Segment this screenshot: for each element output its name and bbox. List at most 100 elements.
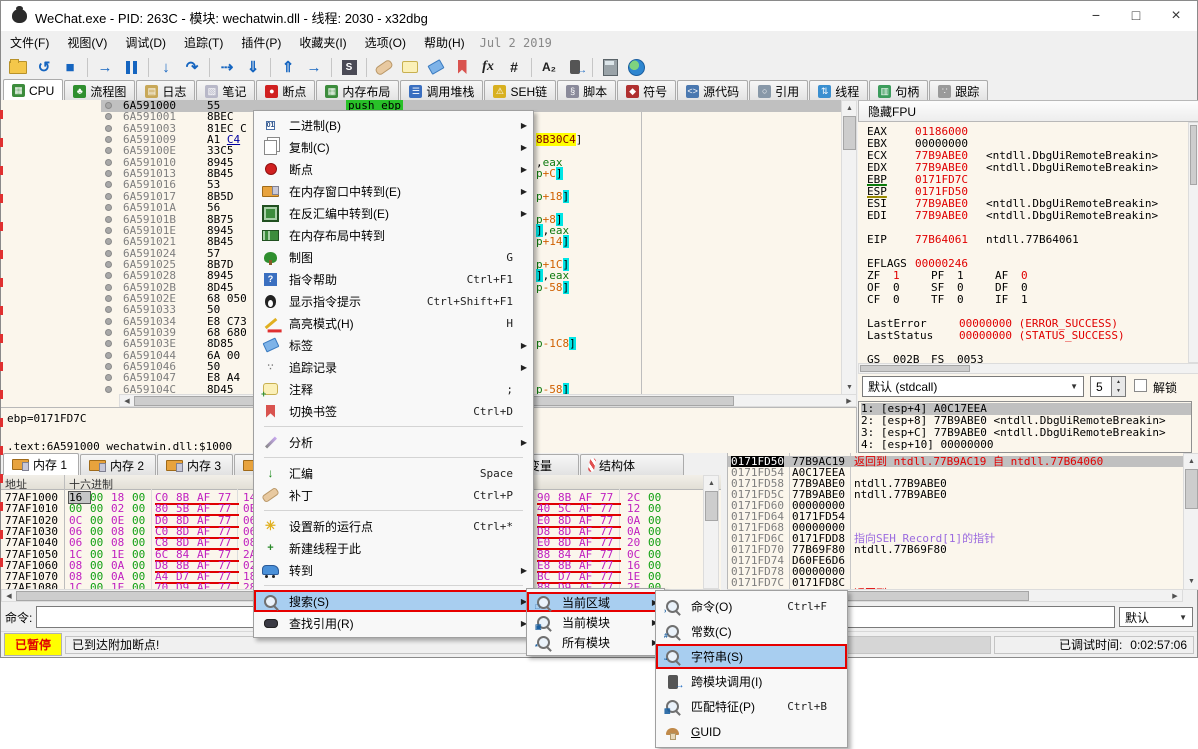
memory-byte[interactable]: 1C xyxy=(69,549,90,560)
function-button[interactable]: fx xyxy=(476,56,500,78)
menu-item-follow-in-dump[interactable]: 在内存窗口中转到(E)▶ xyxy=(254,180,533,202)
memory-byte[interactable]: 5C xyxy=(558,503,579,514)
memory-byte[interactable]: 84 xyxy=(176,549,197,560)
bookmark-button[interactable] xyxy=(450,56,474,78)
breakpoint-dot-icon[interactable] xyxy=(105,227,112,234)
memory-byte[interactable]: 00 xyxy=(648,515,669,526)
scroll-up-icon[interactable]: ▲ xyxy=(1185,455,1198,468)
memory-byte[interactable]: 00 xyxy=(132,503,153,514)
memory-byte[interactable]: 00 xyxy=(90,537,111,548)
tab-symbols[interactable]: ◆符号 xyxy=(617,80,676,101)
breakpoint-dot-icon[interactable] xyxy=(105,374,112,381)
scroll-thumb[interactable] xyxy=(860,365,970,372)
menu-item-comment[interactable]: 注释; xyxy=(254,378,533,400)
menu-item-breakpoint[interactable]: 断点▶ xyxy=(254,158,533,180)
memory-byte[interactable]: 0A xyxy=(627,515,648,526)
memory-byte[interactable]: 00 xyxy=(648,503,669,514)
tab-breakpoints[interactable]: ●断点 xyxy=(256,80,315,101)
breakpoint-dot-icon[interactable] xyxy=(105,204,112,211)
memory-byte[interactable]: 1E xyxy=(111,549,132,560)
trace-into-button[interactable]: ⇢ xyxy=(215,56,239,78)
breakpoint-dot-icon[interactable] xyxy=(105,125,112,132)
menu-item-string-references[interactable]: “字符串(S) xyxy=(656,644,847,669)
memory-byte[interactable]: 0E xyxy=(111,515,132,526)
tab-threads[interactable]: ⇅线程 xyxy=(809,80,868,101)
breakpoint-dot-icon[interactable] xyxy=(105,170,112,177)
tab-call-stack[interactable]: ☰调用堆栈 xyxy=(400,80,483,101)
memory-byte[interactable]: 80 xyxy=(155,503,176,514)
tab-dump-2[interactable]: 内存 2 xyxy=(80,454,156,475)
breakpoint-dot-icon[interactable] xyxy=(105,306,112,313)
menu-item-patch[interactable]: 补丁Ctrl+P xyxy=(254,484,533,506)
breakpoint-dot-icon[interactable] xyxy=(105,340,112,347)
menu-item-follow-in-memory-map[interactable]: 在内存布局中转到 xyxy=(254,224,533,246)
memory-byte[interactable]: 08 xyxy=(111,537,132,548)
memory-byte[interactable]: D0 xyxy=(155,515,176,526)
memory-byte[interactable]: E0 xyxy=(537,515,558,526)
breakpoint-dot-icon[interactable] xyxy=(105,261,112,268)
stack-pane[interactable]: 0171FD5077B9AC19返回到 ntdll.77B9AC19 自 ntd… xyxy=(727,453,1198,590)
scroll-down-icon[interactable]: ▼ xyxy=(1185,575,1198,588)
breakpoint-dot-icon[interactable] xyxy=(105,102,112,109)
breakpoint-dot-icon[interactable] xyxy=(105,193,112,200)
intermodular-calls-button[interactable] xyxy=(563,56,587,78)
menu-item-current-region[interactable]: □当前区域▶ xyxy=(527,592,664,612)
tab-trace[interactable]: ∵跟踪 xyxy=(929,80,988,101)
menu-item-analysis[interactable]: 分析▶ xyxy=(254,431,533,453)
arguments-box[interactable]: 1: [esp+4] A0C17EEA2: [esp+8] 77B9ABE0 <… xyxy=(858,401,1192,453)
memory-byte[interactable]: 06 xyxy=(69,537,90,548)
tab-dump-1[interactable]: 内存 1 xyxy=(3,453,79,475)
memory-byte[interactable]: 00 xyxy=(648,537,669,548)
memory-byte[interactable]: AF xyxy=(197,503,218,514)
memory-byte[interactable]: 40 xyxy=(537,503,558,514)
breakpoint-dot-icon[interactable] xyxy=(105,159,112,166)
unlock-checkbox[interactable] xyxy=(1134,379,1147,392)
menubar-item[interactable]: 追踪(T) xyxy=(175,31,232,54)
menu-item-assemble[interactable]: ↓汇编Space xyxy=(254,462,533,484)
memory-byte[interactable]: AF xyxy=(579,515,600,526)
scroll-thumb[interactable] xyxy=(1190,125,1197,185)
scroll-up-icon[interactable]: ▲ xyxy=(705,477,718,490)
run-to-user-code-button[interactable]: → xyxy=(302,56,326,78)
tab-handles[interactable]: ▥句柄 xyxy=(869,80,928,101)
script-s-button[interactable]: S xyxy=(337,56,361,78)
memory-byte[interactable]: 77 xyxy=(600,515,621,526)
stack-vscrollbar[interactable]: ▲ ▼ xyxy=(1183,453,1198,590)
menu-item-highlighting-mode[interactable]: 高亮模式(H)H xyxy=(254,312,533,334)
memory-byte[interactable]: 0C xyxy=(627,549,648,560)
scroll-down-icon[interactable]: ▼ xyxy=(843,381,856,394)
spin-up-icon[interactable]: ▲ xyxy=(1112,377,1125,387)
maximize-button[interactable]: □ xyxy=(1117,1,1155,30)
registers-hscrollbar[interactable] xyxy=(858,363,1198,374)
spin-down-icon[interactable]: ▼ xyxy=(1112,387,1125,397)
menu-item-copy[interactable]: 复制(C)▶ xyxy=(254,136,533,158)
memory-byte[interactable]: 84 xyxy=(558,549,579,560)
run-button[interactable]: → xyxy=(93,56,117,78)
memory-byte[interactable]: AF xyxy=(579,537,600,548)
breakpoint-dot-icon[interactable] xyxy=(105,238,112,245)
menu-item-trace-record[interactable]: ∵追踪记录▶ xyxy=(254,356,533,378)
tab-memory-map[interactable]: ▦内存布局 xyxy=(316,80,399,101)
command-profile-select[interactable]: 默认 ▼ xyxy=(1119,607,1193,627)
menubar-item[interactable]: 帮助(H) xyxy=(415,31,474,54)
register-row[interactable]: EDI77B9ABE0<ntdll.DbgUiRemoteBreakin> xyxy=(867,210,1158,222)
memory-byte[interactable]: 00 xyxy=(69,503,90,514)
menu-item-label[interactable]: 标签▶ xyxy=(254,334,533,356)
memory-vscrollbar[interactable]: ▲ xyxy=(703,475,719,589)
memory-byte[interactable]: 0C xyxy=(69,515,90,526)
register-row[interactable]: LastStatus00000000 (STATUS_SUCCESS) xyxy=(867,330,1125,342)
memory-byte[interactable]: 00 xyxy=(90,515,111,526)
step-over-button[interactable]: ↷ xyxy=(180,56,204,78)
breakpoint-dot-icon[interactable] xyxy=(105,318,112,325)
tab-dump-3[interactable]: 内存 3 xyxy=(157,454,233,475)
menu-item-guid[interactable]: GUID xyxy=(656,719,847,744)
menu-item-instruction-help[interactable]: ?指令帮助Ctrl+F1 xyxy=(254,268,533,290)
pause-button[interactable] xyxy=(119,56,143,78)
menu-item-intermodular-calls[interactable]: 跨模块调用(I) xyxy=(656,669,847,694)
breakpoint-dot-icon[interactable] xyxy=(105,181,112,188)
memory-byte[interactable]: AF xyxy=(579,549,600,560)
memory-byte[interactable]: 12 xyxy=(627,503,648,514)
menu-item-show-mnemonic-brief[interactable]: 显示指令提示Ctrl+Shift+F1 xyxy=(254,290,533,312)
arg-depth-spinner[interactable]: 5 ▲ ▼ xyxy=(1090,376,1126,397)
menubar-item[interactable]: 插件(P) xyxy=(232,31,290,54)
